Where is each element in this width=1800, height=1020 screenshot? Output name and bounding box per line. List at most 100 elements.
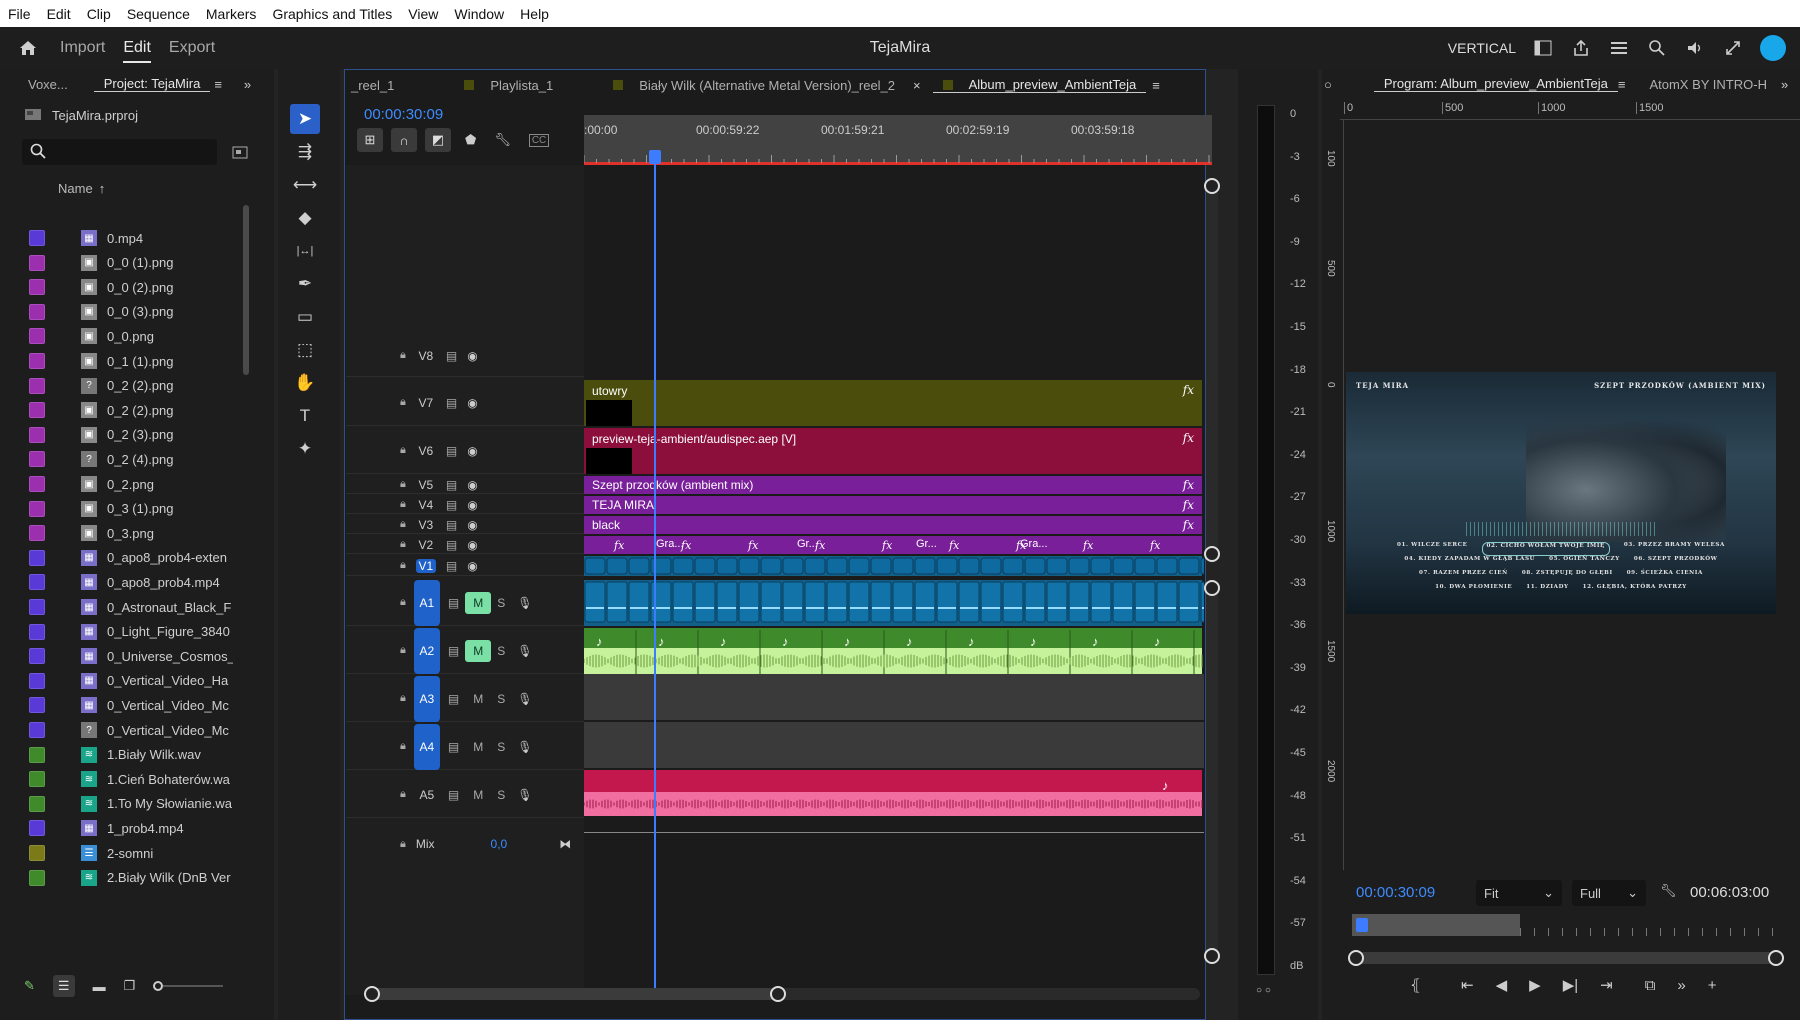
track-name[interactable]: V8 — [416, 349, 436, 363]
pen-tool-icon[interactable]: ✒ — [290, 269, 320, 299]
menu-help[interactable]: Help — [512, 6, 557, 22]
lock-icon[interactable]: 🔒︎ — [400, 478, 406, 491]
solo-button[interactable]: S — [497, 740, 505, 754]
mix-value[interactable]: 0,0 — [491, 837, 508, 851]
tab-voxe[interactable]: Voxe... — [18, 77, 78, 92]
label-color-swatch[interactable] — [29, 254, 45, 271]
share-icon[interactable] — [1570, 37, 1592, 59]
track-name[interactable]: V7 — [416, 396, 436, 410]
label-color-swatch[interactable] — [29, 599, 45, 615]
freeform-view-icon[interactable]: ❐ — [124, 978, 136, 994]
go-to-out-icon[interactable]: ⇥ — [1600, 976, 1613, 994]
track-name[interactable]: A1 — [413, 579, 440, 626]
type-tool-icon[interactable]: T — [290, 401, 320, 431]
clip-v5[interactable]: Szept przodków (ambient mix) fx — [584, 476, 1202, 494]
clip-v7[interactable]: utowry fx — [584, 380, 1202, 426]
pencil-icon[interactable]: ✎ — [24, 978, 35, 994]
label-color-swatch[interactable] — [29, 377, 45, 394]
nest-icon[interactable]: ⊞ — [357, 128, 383, 152]
tab-playlista[interactable]: Playlista_1 — [454, 78, 563, 93]
track-name[interactable]: A5 — [414, 785, 440, 805]
add-button-icon[interactable]: + — [1708, 977, 1717, 994]
tab-import[interactable]: Import — [60, 39, 105, 57]
panel-menu-icon[interactable]: ≡ — [1152, 78, 1160, 93]
lock-icon[interactable]: 🔒︎ — [400, 740, 406, 753]
new-bin-icon[interactable] — [232, 145, 248, 162]
eye-icon[interactable]: ◉ — [467, 538, 477, 552]
creative-cloud-icon[interactable] — [1760, 35, 1786, 61]
menu-window[interactable]: Window — [446, 6, 512, 22]
microphone-icon[interactable]: 🎙︎ — [517, 596, 532, 610]
label-color-swatch[interactable] — [29, 722, 45, 738]
tab-album-preview[interactable]: Album_preview_AmbientTeja — [932, 77, 1147, 93]
tab-atomx[interactable]: AtomX BY INTRO-H — [1639, 77, 1777, 92]
progress-icon[interactable] — [1608, 37, 1630, 59]
label-color-swatch[interactable] — [29, 672, 45, 689]
captions-icon[interactable]: CC — [528, 133, 550, 147]
label-color-swatch[interactable] — [29, 328, 45, 345]
project-scrollbar[interactable] — [243, 205, 249, 375]
menu-edit[interactable]: Edit — [39, 6, 79, 22]
monitor-playhead[interactable] — [1356, 918, 1368, 932]
panel-menu-icon[interactable]: ≡ — [1618, 77, 1626, 92]
home-icon[interactable] — [18, 38, 38, 58]
microphone-icon[interactable]: 🎙︎ — [517, 740, 532, 754]
clip-v6[interactable]: preview-teja-ambient/audispec.aep [V] fx — [584, 428, 1202, 474]
eye-icon[interactable]: ◉ — [467, 518, 477, 532]
icon-view-icon[interactable]: ▬ — [93, 979, 106, 994]
video-v-scrollbar[interactable] — [1204, 178, 1220, 562]
tab-export[interactable]: Export — [169, 39, 215, 57]
label-color-swatch[interactable] — [29, 279, 45, 296]
panel-overflow-icon[interactable]: ○ — [1322, 77, 1332, 92]
h-scroll-thumb[interactable] — [366, 988, 776, 1000]
label-color-swatch[interactable] — [29, 500, 45, 517]
search-field[interactable] — [22, 139, 217, 165]
eye-icon[interactable]: ◉ — [467, 498, 477, 512]
export-frame-icon[interactable]: ⧉ — [1645, 977, 1656, 994]
label-color-swatch[interactable] — [29, 697, 45, 714]
track-name[interactable]: V1 — [415, 558, 436, 573]
panel-menu-icon[interactable]: ≡ — [214, 77, 222, 92]
track-name[interactable]: A4 — [413, 723, 440, 770]
lock-icon[interactable]: 🔒︎ — [400, 838, 406, 851]
track-select-tool-icon[interactable]: ⇶ — [290, 137, 320, 167]
audio-v-scrollbar[interactable] — [1204, 580, 1220, 964]
label-color-swatch[interactable] — [29, 845, 45, 861]
lock-icon[interactable]: 🔒︎ — [400, 349, 406, 362]
tab-bialy-wilk[interactable]: Biały Wilk (Alternative Metal Version)_r… — [603, 78, 905, 93]
sync-lock-icon[interactable]: ▤ — [446, 538, 457, 552]
time-ruler[interactable]: :00:00 00:00:59:22 00:01:59:21 00:02:59:19 0… — [584, 115, 1212, 165]
label-color-swatch[interactable] — [29, 451, 45, 468]
fit-dropdown[interactable]: Fit ⌄ — [1476, 880, 1562, 906]
wrench-icon[interactable]: 🔧︎ — [1660, 883, 1677, 899]
track-name[interactable]: A2 — [413, 627, 440, 674]
step-back-icon[interactable]: ◀︎ — [1496, 976, 1508, 994]
eye-icon[interactable]: ◉ — [467, 349, 477, 363]
label-color-swatch[interactable] — [29, 426, 45, 443]
label-color-swatch[interactable] — [29, 303, 45, 320]
quality-dropdown[interactable]: Full ⌄ — [1572, 880, 1646, 906]
clip-v3[interactable]: black fx — [584, 516, 1202, 534]
sync-lock-icon[interactable]: ▤ — [446, 518, 457, 532]
menu-view[interactable]: View — [400, 6, 446, 22]
eye-icon[interactable]: ◉ — [467, 478, 477, 492]
label-color-swatch[interactable] — [29, 746, 45, 763]
name-column-header[interactable]: Name ↑ — [58, 181, 105, 196]
track-name[interactable]: V5 — [416, 478, 436, 492]
monitor-mini-ruler[interactable] — [1352, 914, 1782, 936]
mute-button[interactable]: M — [465, 736, 491, 758]
mute-button[interactable]: M — [465, 639, 492, 662]
tab-program[interactable]: Program: Album_preview_AmbientTeja — [1373, 76, 1618, 92]
sync-lock-icon[interactable]: ▤ — [448, 740, 459, 754]
sync-lock-icon[interactable]: ▤ — [446, 444, 457, 458]
label-color-swatch[interactable] — [29, 549, 45, 566]
search-icon[interactable] — [1646, 37, 1668, 59]
solo-button[interactable]: S — [497, 596, 505, 610]
close-tab-icon[interactable]: × — [913, 78, 921, 93]
label-color-swatch[interactable] — [29, 869, 45, 886]
track-name[interactable]: A3 — [413, 675, 440, 722]
panel-overflow-icon[interactable]: » — [244, 77, 251, 92]
eye-icon[interactable]: ◉ — [467, 559, 477, 573]
menu-sequence[interactable]: Sequence — [119, 6, 198, 22]
snap-icon[interactable]: ∩ — [391, 128, 417, 152]
